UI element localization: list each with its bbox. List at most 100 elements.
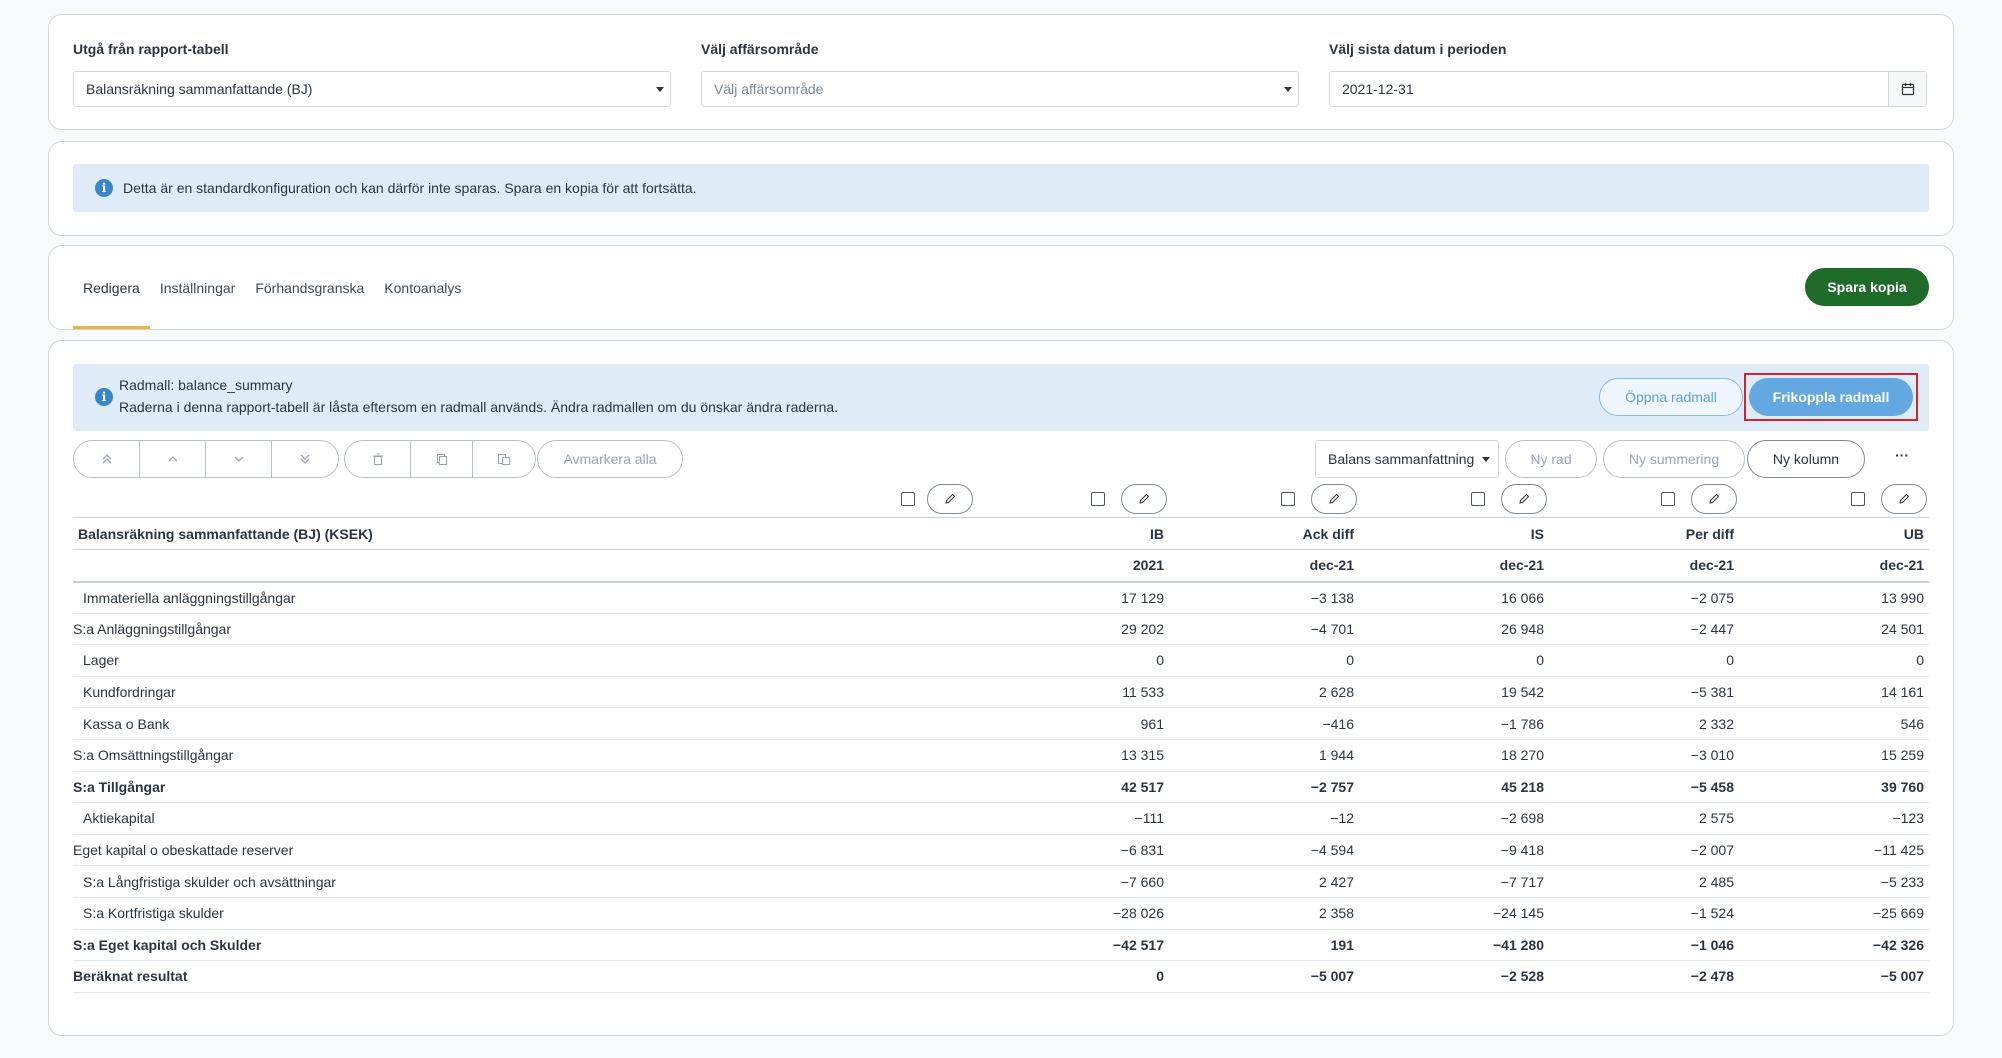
- column-checkbox[interactable]: [901, 492, 915, 506]
- date-input[interactable]: 2021-12-31: [1329, 71, 1927, 107]
- row-value: −41 280: [1359, 929, 1549, 962]
- table-row[interactable]: S:a Anläggningstillgångar 29 202 −4 701 26 …: [73, 613, 1929, 646]
- summary-dropdown[interactable]: Balans sammanfattning: [1315, 440, 1500, 478]
- row-value: −5 233: [1739, 865, 1929, 898]
- row-value: −123: [1739, 802, 1929, 835]
- new-summary-button[interactable]: Ny summering: [1603, 440, 1745, 478]
- period-header: dec-21: [1359, 549, 1549, 583]
- row-value: 2 427: [1169, 865, 1359, 898]
- pencil-icon[interactable]: [1881, 484, 1927, 514]
- move-top-button[interactable]: [74, 441, 140, 477]
- new-column-button[interactable]: Ny kolumn: [1747, 440, 1865, 478]
- business-area-select[interactable]: Välj affärsområde: [701, 71, 1299, 107]
- row-value: −2 698: [1359, 802, 1549, 835]
- row-value: 2 332: [1549, 707, 1739, 740]
- pencil-icon[interactable]: [927, 484, 973, 514]
- pencil-icon[interactable]: [1691, 484, 1737, 514]
- row-label: Kundfordringar: [73, 676, 979, 709]
- row-label: Beräknat resultat: [73, 960, 979, 993]
- column-checkbox[interactable]: [1281, 492, 1295, 506]
- column-controls: [1281, 484, 1471, 514]
- column-checkbox[interactable]: [1851, 492, 1865, 506]
- tab-redigera[interactable]: Redigera: [73, 246, 150, 331]
- save-copy-button[interactable]: Spara kopia: [1805, 268, 1929, 306]
- table-row[interactable]: S:a Tillgångar 42 517 −2 757 45 218 −5 458 39…: [73, 771, 1929, 804]
- row-value: 15 259: [1739, 739, 1929, 772]
- row-value: −1 786: [1359, 707, 1549, 740]
- table-row[interactable]: S:a Långfristiga skulder och avsättninga…: [73, 865, 1929, 898]
- row-label: S:a Långfristiga skulder och avsättninga…: [73, 865, 979, 898]
- row-value: 2 575: [1549, 802, 1739, 835]
- more-options-icon[interactable]: ···: [1895, 447, 1909, 463]
- row-value: 39 760: [1739, 771, 1929, 804]
- row-label: S:a Eget kapital och Skulder: [73, 929, 979, 962]
- tab-panel: Redigera Inställningar Förhandsgranska K…: [48, 245, 1954, 330]
- row-value: −12: [1169, 802, 1359, 835]
- move-bottom-button[interactable]: [272, 441, 338, 477]
- row-value: 18 270: [1359, 739, 1549, 772]
- row-value: −5 007: [1739, 960, 1929, 993]
- row-value: −24 145: [1359, 897, 1549, 930]
- row-value: 0: [979, 644, 1169, 677]
- row-label: Kassa o Bank: [73, 707, 979, 740]
- table-row[interactable]: Eget kapital o obeskattade reserver −6 83…: [73, 834, 1929, 867]
- row-value: −2 757: [1169, 771, 1359, 804]
- tab-forhandsgranska[interactable]: Förhandsgranska: [245, 246, 374, 331]
- date-value: 2021-12-31: [1342, 81, 1414, 97]
- deselect-all-button[interactable]: Avmarkera alla: [537, 440, 683, 478]
- row-value: 11 533: [979, 676, 1169, 709]
- move-down-button[interactable]: [206, 441, 272, 477]
- row-label: S:a Kortfristiga skulder: [73, 897, 979, 930]
- row-value: 45 218: [1359, 771, 1549, 804]
- row-value: 24 501: [1739, 613, 1929, 646]
- row-value: 16 066: [1359, 581, 1549, 614]
- info-icon: i: [95, 388, 113, 406]
- row-value: −2 075: [1549, 581, 1739, 614]
- row-value: 0: [1739, 644, 1929, 677]
- row-value: −9 418: [1359, 834, 1549, 867]
- table-row[interactable]: Aktiekapital −111 −12 −2 698 2 575 −123: [73, 802, 1929, 835]
- pencil-icon[interactable]: [1501, 484, 1547, 514]
- table-row[interactable]: Kundfordringar 11 533 2 628 19 542 −5 381 14 …: [73, 676, 1929, 709]
- info-icon: i: [95, 179, 113, 197]
- row-value: −5 007: [1169, 960, 1359, 993]
- pencil-icon[interactable]: [1121, 484, 1167, 514]
- move-up-button[interactable]: [140, 441, 206, 477]
- table-row[interactable]: Immateriella anläggningstillgångar 17 129…: [73, 581, 1929, 614]
- row-value: −2 007: [1549, 834, 1739, 867]
- row-value: 13 315: [979, 739, 1169, 772]
- row-value: 0: [979, 960, 1169, 993]
- table-row[interactable]: S:a Omsättningstillgångar 13 315 1 944 18 2…: [73, 739, 1929, 772]
- row-value: −5 458: [1549, 771, 1739, 804]
- paste-button[interactable]: [473, 441, 535, 477]
- row-value: 19 542: [1359, 676, 1549, 709]
- column-controls: [1471, 484, 1661, 514]
- row-value: −111: [979, 802, 1169, 835]
- tab-installningar[interactable]: Inställningar: [150, 246, 246, 331]
- table-row[interactable]: Lager 0 0 0 0 0: [73, 644, 1929, 677]
- report-table-value: Balansräkning sammanfattande (BJ): [86, 81, 313, 97]
- copy-button[interactable]: [411, 441, 473, 477]
- column-controls: [901, 484, 1091, 514]
- open-template-button[interactable]: Öppna radmall: [1599, 378, 1743, 416]
- new-row-button[interactable]: Ny rad: [1505, 440, 1597, 478]
- table-row[interactable]: S:a Eget kapital och Skulder −42 517 191 −4…: [73, 929, 1929, 962]
- column-checkbox[interactable]: [1091, 492, 1105, 506]
- tab-kontoanalys[interactable]: Kontoanalys: [374, 246, 471, 331]
- table-row[interactable]: Beräknat resultat 0 −5 007 −2 528 −2 478 −5 0…: [73, 960, 1929, 993]
- row-value: −25 669: [1739, 897, 1929, 930]
- column-header-per-diff: Per diff: [1549, 517, 1739, 550]
- pencil-icon[interactable]: [1311, 484, 1357, 514]
- table-row[interactable]: S:a Kortfristiga skulder −28 026 2 358 −24 …: [73, 897, 1929, 930]
- delete-button[interactable]: [345, 441, 411, 477]
- row-value: −3 138: [1169, 581, 1359, 614]
- caret-down-icon: [656, 87, 664, 92]
- table-row[interactable]: Kassa o Bank 961 −416 −1 786 2 332 546: [73, 707, 1929, 740]
- row-label: Immateriella anläggningstillgångar: [73, 581, 979, 614]
- column-checkbox[interactable]: [1661, 492, 1675, 506]
- calendar-icon[interactable]: [1888, 72, 1926, 106]
- report-table-select[interactable]: Balansräkning sammanfattande (BJ): [73, 71, 671, 107]
- row-value: 0: [1169, 644, 1359, 677]
- column-checkbox[interactable]: [1471, 492, 1485, 506]
- tab-bar: Redigera Inställningar Förhandsgranska K…: [73, 246, 471, 331]
